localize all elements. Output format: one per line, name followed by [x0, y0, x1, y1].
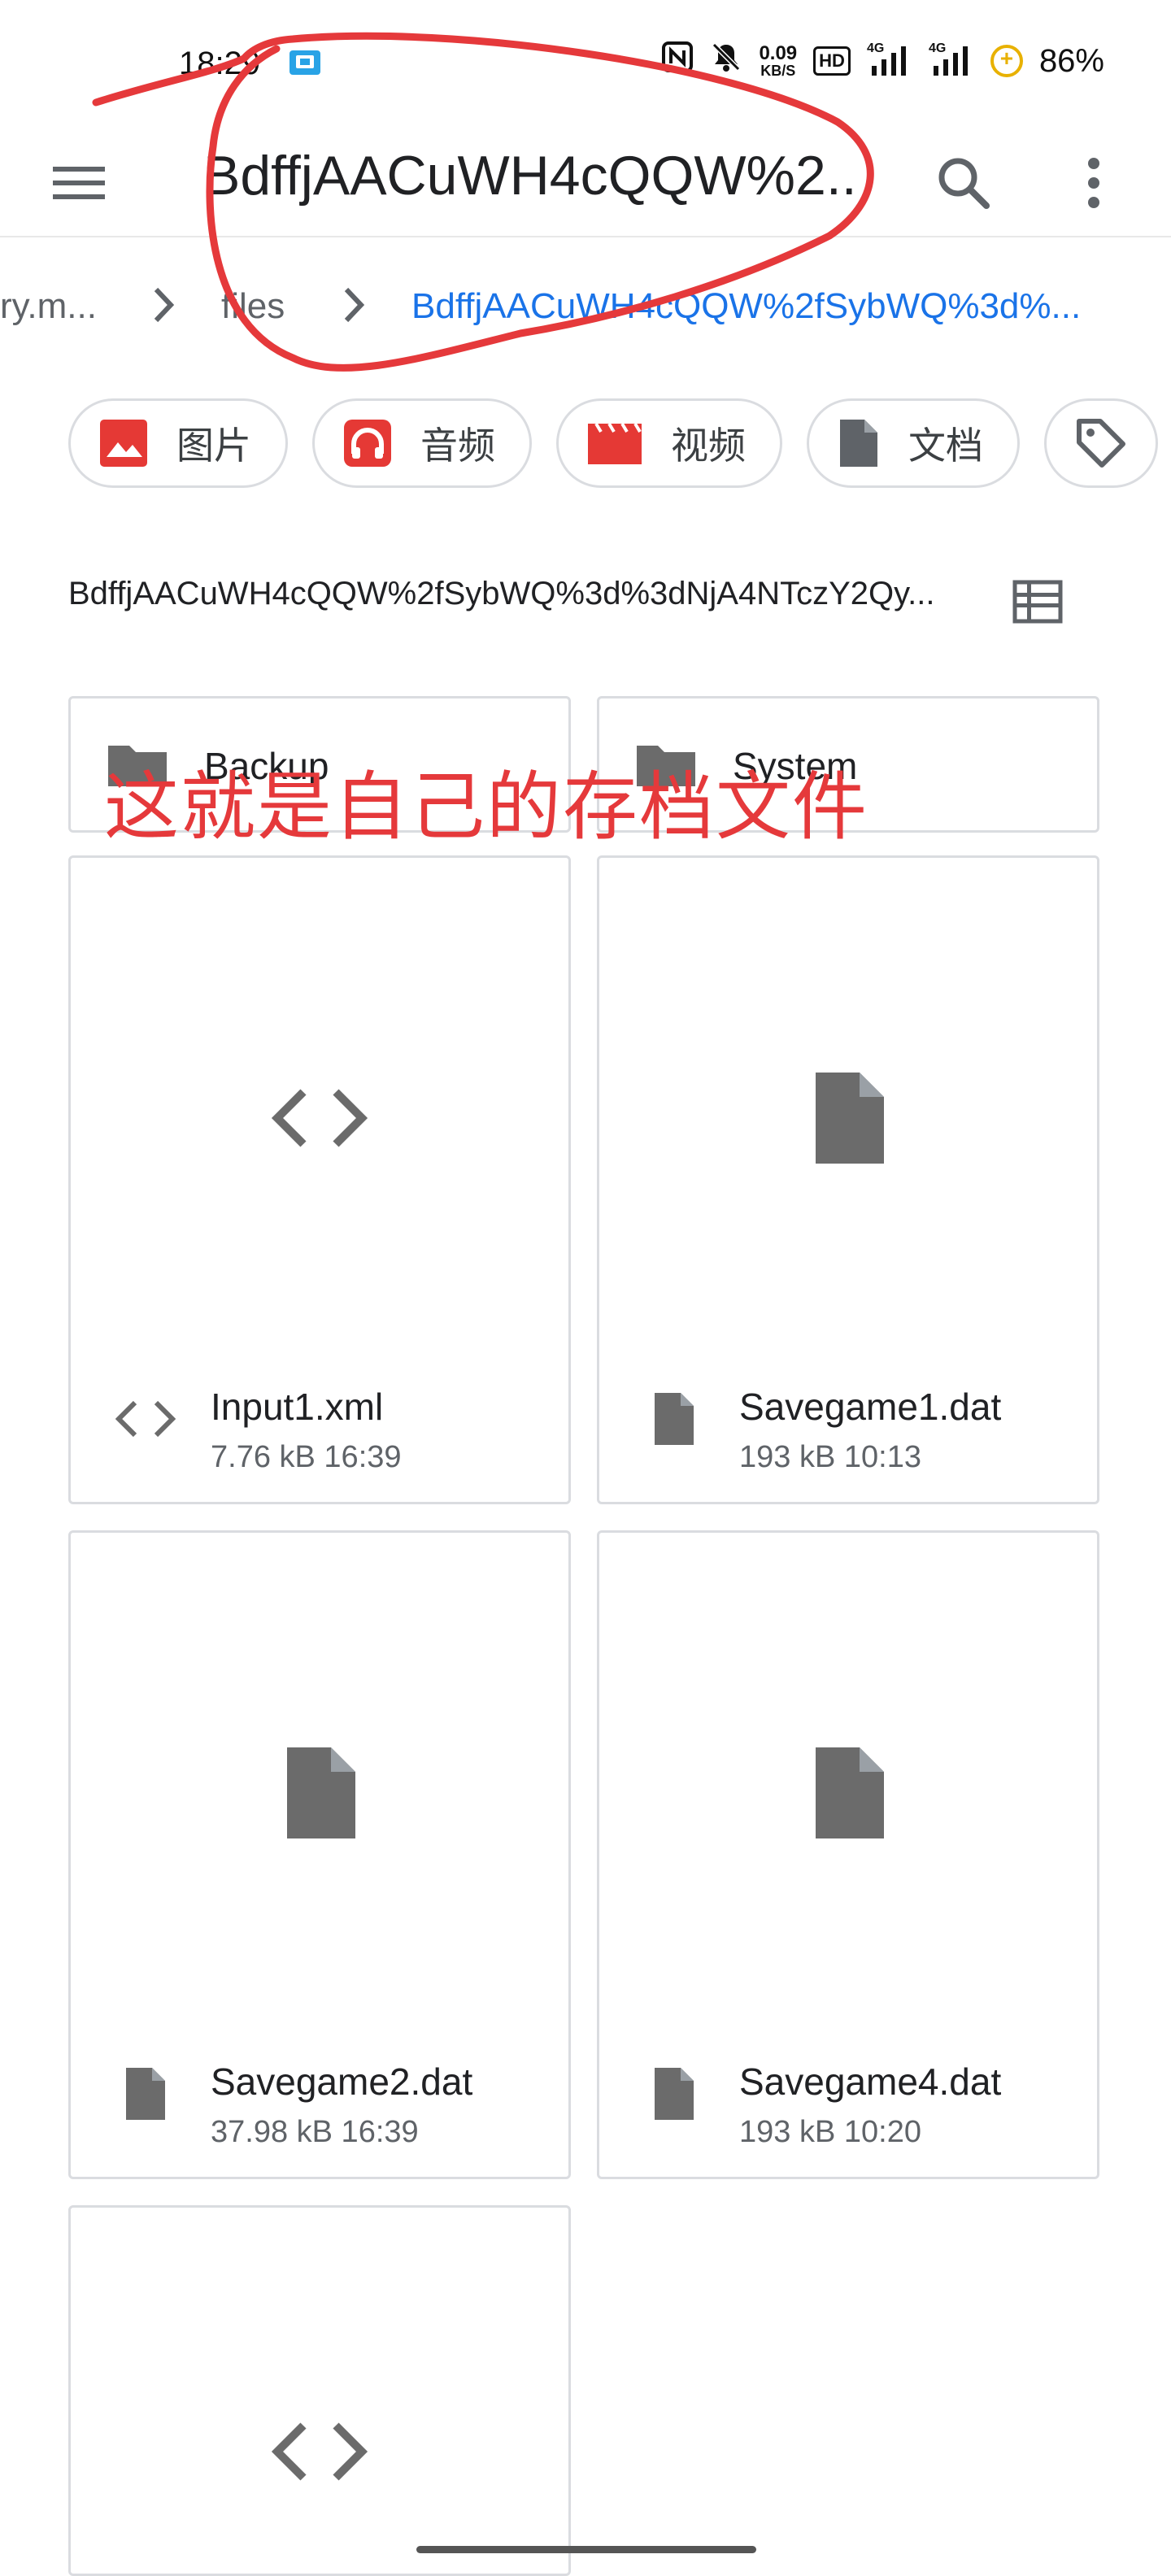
chip-label: 视频 — [671, 424, 746, 467]
file-meta: 37.98 kB 16:39 — [211, 2115, 419, 2149]
hd-badge: HD — [813, 46, 851, 76]
chip-label: 图片 — [176, 424, 251, 467]
net-speed: 0.09 KB/S — [759, 42, 798, 79]
chip-label: 音频 — [420, 424, 495, 467]
menu-icon — [53, 167, 105, 199]
file-icon — [642, 2061, 707, 2126]
file-preview — [599, 1533, 1097, 2053]
tag-icon — [1077, 419, 1125, 468]
file-name: Savegame1.dat — [739, 1386, 1002, 1428]
list-view-button[interactable] — [1005, 569, 1070, 634]
home-indicator[interactable] — [416, 2546, 756, 2553]
file-preview — [71, 2208, 568, 2574]
file-card-savegame4[interactable]: Savegame4.dat 193 kB 10:20 — [597, 1530, 1099, 2179]
current-path: BdffjAACuWH4cQQW%2fSybWQ%3d%3dNjA4NTczY2… — [68, 576, 935, 611]
file-icon — [113, 2061, 178, 2126]
signal-icon: 4G — [929, 41, 974, 77]
image-icon — [100, 420, 147, 467]
chip-images[interactable]: 图片 — [68, 398, 288, 488]
headphones-icon — [344, 420, 391, 467]
breadcrumb-item[interactable]: files — [221, 286, 285, 327]
app-title: BdffjAACuWH4cQQW%2.. — [203, 145, 857, 207]
signal-icon: 4G — [867, 41, 912, 77]
chip-audio[interactable]: 音频 — [312, 398, 532, 488]
file-icon — [816, 1073, 884, 1164]
file-card-savegame1[interactable]: Savegame1.dat 193 kB 10:13 — [597, 855, 1099, 1504]
status-time: 18:29 — [179, 46, 261, 81]
code-icon — [271, 1089, 368, 1147]
chip-video[interactable]: 视频 — [556, 398, 782, 488]
file-name: Savegame4.dat — [739, 2060, 1002, 2103]
mute-icon — [710, 41, 742, 81]
chip-documents[interactable]: 文档 — [807, 398, 1020, 488]
net-speed-value: 0.09 — [759, 42, 798, 64]
current-path-row: BdffjAACuWH4cQQW%2fSybWQ%3d%3dNjA4NTczY2… — [68, 569, 1125, 634]
status-icons: 0.09 KB/S HD 4G 4G 86% — [661, 41, 1104, 81]
search-icon — [938, 158, 990, 209]
chevron-right-icon — [338, 285, 371, 334]
file-icon — [642, 1386, 707, 1451]
code-icon — [271, 2422, 368, 2481]
breadcrumb: ry.m... files BdffjAACuWH4cQQW%2fSybWQ%3… — [0, 276, 1171, 342]
file-meta: 193 kB 10:13 — [739, 1440, 921, 1474]
file-preview — [71, 1533, 568, 2053]
more-vert-icon — [1088, 158, 1099, 208]
nfc-icon — [661, 41, 694, 81]
battery-level: 86% — [1038, 42, 1104, 79]
status-bar: 18:29 0.09 KB/S HD 4G 4G 86% — [0, 0, 1171, 122]
battery-saver-icon — [990, 45, 1023, 77]
breadcrumb-current[interactable]: BdffjAACuWH4cQQW%2fSybWQ%3d%... — [411, 286, 1081, 327]
file-preview — [599, 858, 1097, 1378]
search-button[interactable] — [927, 146, 1000, 220]
filter-chips: 图片 音频 视频 文档 — [68, 398, 1171, 488]
file-icon — [287, 1747, 355, 1838]
chevron-right-icon — [148, 285, 181, 334]
breadcrumb-item[interactable]: ry.m... — [0, 286, 97, 327]
file-icon — [816, 1747, 884, 1838]
list-view-icon — [1012, 580, 1063, 624]
net-speed-unit: KB/S — [760, 63, 796, 79]
file-meta: 193 kB 10:20 — [739, 2115, 921, 2149]
code-icon — [113, 1386, 178, 1451]
file-card-partial[interactable] — [68, 2205, 571, 2576]
app-notification-icon — [288, 47, 322, 84]
file-card-input1[interactable]: Input1.xml 7.76 kB 16:39 — [68, 855, 571, 1504]
more-options-button[interactable] — [1057, 146, 1130, 220]
file-meta: 7.76 kB 16:39 — [211, 1440, 402, 1474]
file-name: Savegame2.dat — [211, 2060, 473, 2103]
document-icon — [840, 420, 877, 467]
chip-tags[interactable] — [1044, 398, 1158, 488]
menu-button[interactable] — [42, 146, 115, 220]
movie-icon — [588, 422, 642, 464]
file-card-savegame2[interactable]: Savegame2.dat 37.98 kB 16:39 — [68, 1530, 571, 2179]
chip-label: 文档 — [908, 424, 983, 467]
app-bar: BdffjAACuWH4cQQW%2.. — [0, 122, 1171, 237]
file-preview — [71, 858, 568, 1378]
annotation-text: 这就是自己的存档文件 — [104, 764, 869, 851]
file-name: Input1.xml — [211, 1386, 384, 1428]
